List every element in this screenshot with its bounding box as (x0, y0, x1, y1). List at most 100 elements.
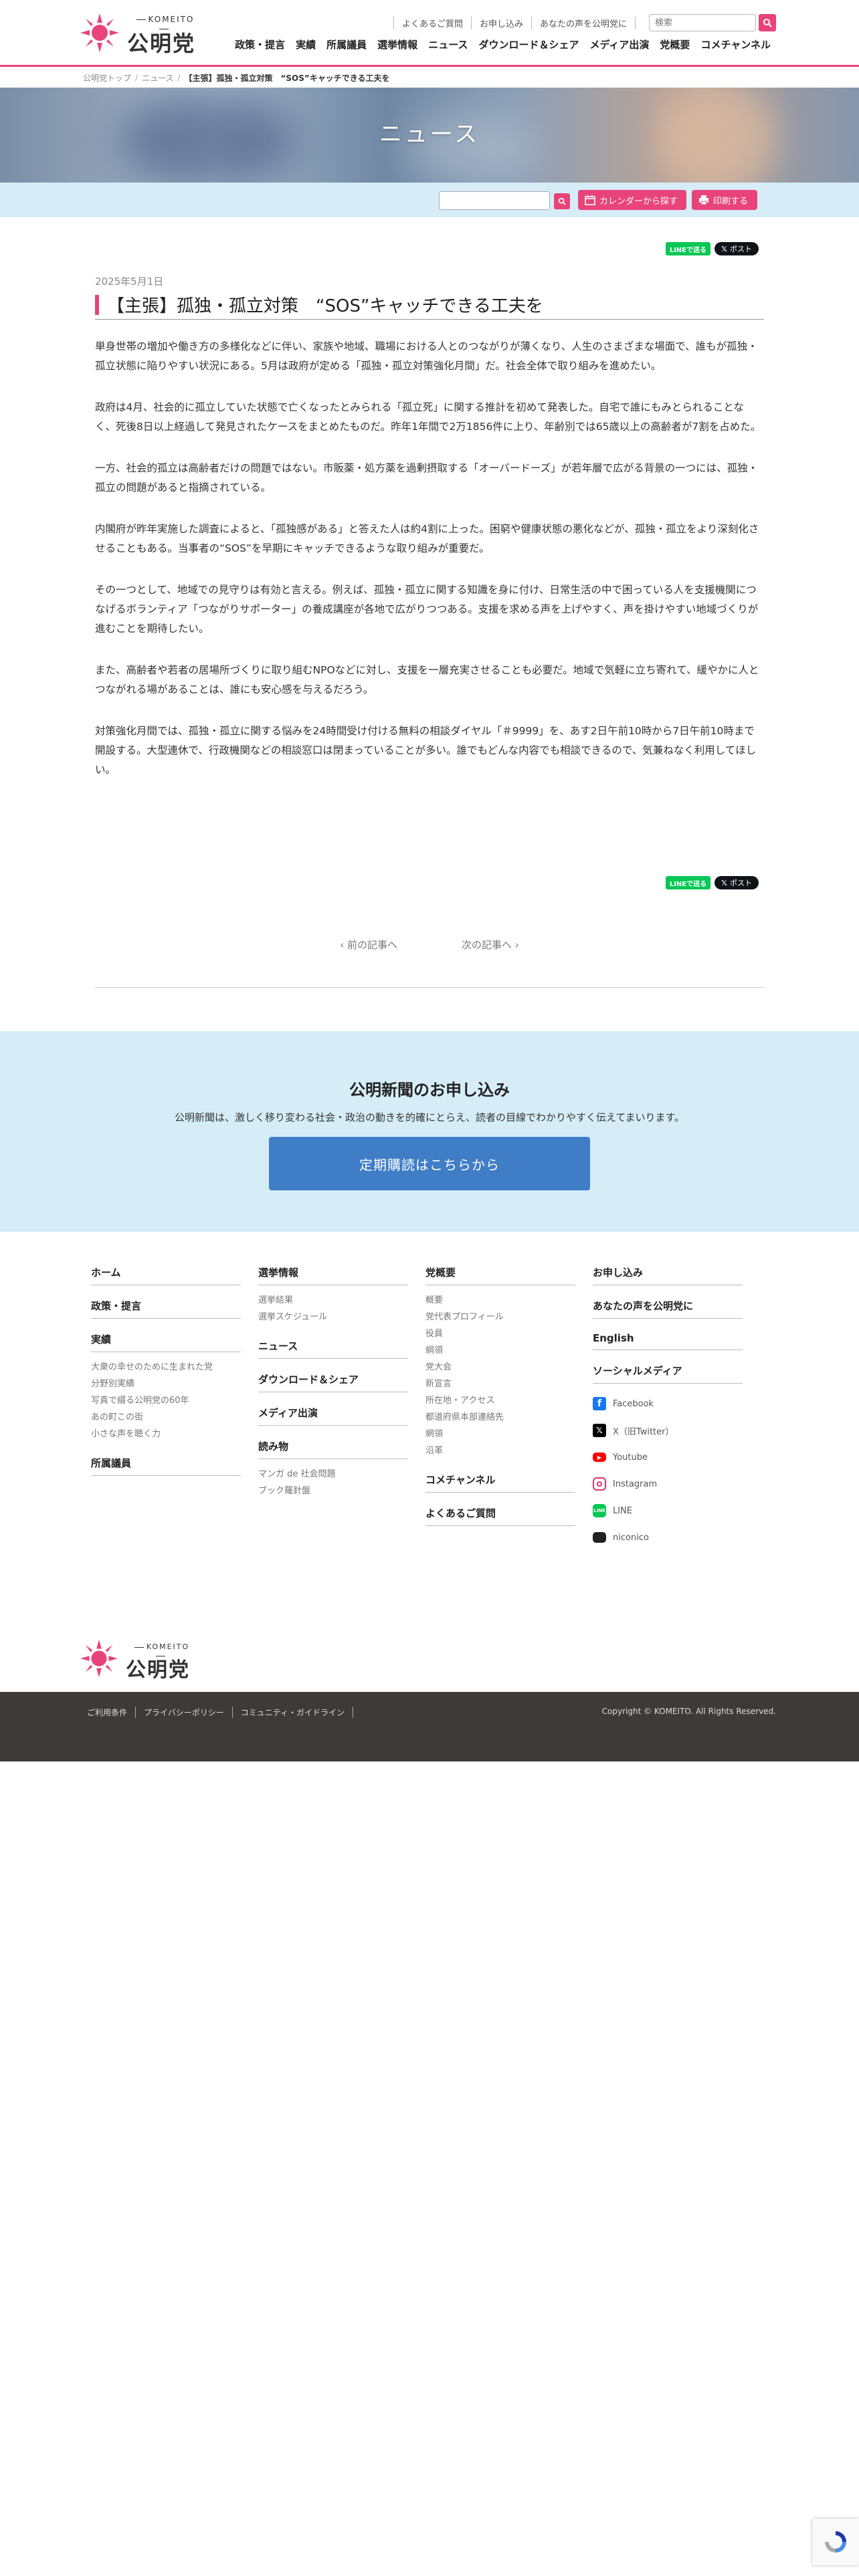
footer-link-elections[interactable]: 選挙情報 (258, 1265, 408, 1285)
social-link-facebook[interactable]: f Facebook (593, 1390, 743, 1417)
footer-sublink[interactable]: ブック羅針盤 (258, 1483, 408, 1499)
print-button-label: 印刷する (713, 196, 749, 207)
footer-sublink[interactable]: 党代表プロフィール (425, 1309, 575, 1325)
util-link-voice[interactable]: あなたの声を公明党に (531, 16, 636, 29)
x-post-button[interactable]: 𝕏 ポスト (714, 876, 759, 889)
footer-link-news[interactable]: ニュース (258, 1339, 408, 1359)
footer-column-4: お申し込み あなたの声を公明党に English ソーシャルメディア f Fac… (593, 1265, 743, 1564)
prev-article-link[interactable]: ‹ 前の記事へ (340, 938, 397, 952)
niconico-icon (593, 1532, 606, 1543)
nav-news[interactable]: ニュース (423, 37, 473, 51)
breadcrumb-home[interactable]: 公明党トップ (83, 72, 131, 84)
legal-link-guidelines[interactable]: コミュニティ・ガイドライン (233, 1707, 354, 1718)
brand-ja: 公明党 (126, 1658, 190, 1682)
social-link-line[interactable]: LINE LINE (593, 1497, 743, 1524)
nav-elections[interactable]: 選挙情報 (372, 37, 423, 51)
article-paragraph: 対策強化月間では、孤独・孤立に関する悩みを24時間受け付ける無料の相談ダイヤル「… (95, 725, 757, 776)
social-link-x[interactable]: 𝕏 X（旧Twitter） (593, 1417, 743, 1444)
util-link-faq[interactable]: よくあるご質問 (393, 16, 471, 29)
news-search-button[interactable] (554, 193, 570, 209)
footer-link-download[interactable]: ダウンロード＆シェア (258, 1372, 408, 1392)
sun-logo-icon (80, 1640, 118, 1677)
footer-sublink[interactable]: 新宣言 (425, 1376, 575, 1392)
line-share-label: LINEで送る (669, 880, 707, 888)
line-share-button[interactable]: LINEで送る (665, 242, 711, 255)
nav-policy[interactable]: 政策・提言 (229, 37, 290, 51)
nav-about[interactable]: 党概要 (654, 37, 695, 51)
news-search-input[interactable] (439, 191, 550, 210)
footer-link-home[interactable]: ホーム (91, 1265, 241, 1285)
recaptcha-badge[interactable] (812, 2518, 859, 2565)
footer-sublink[interactable]: 沿革 (425, 1442, 575, 1459)
footer-sublink[interactable]: 所在地・アクセス (425, 1392, 575, 1409)
social-link-youtube[interactable]: ▶ Youtube (593, 1444, 743, 1471)
footer-column-3: 党概要 概要 党代表プロフィール 役員 綱領 党大会 新宣言 所在地・アクセス … (425, 1265, 575, 1539)
footer-sublink[interactable]: 概要 (425, 1292, 575, 1309)
nav-achievements[interactable]: 実績 (290, 37, 321, 51)
x-icon: 𝕏 (593, 1424, 606, 1437)
calendar-search-button[interactable]: カレンダーから探す (578, 190, 686, 210)
breadcrumb-separator: / (135, 73, 138, 82)
footer-sublink[interactable]: 都道府県本部連絡先 (425, 1409, 575, 1426)
legal-link-privacy[interactable]: プライバシーポリシー (136, 1707, 233, 1718)
print-button[interactable]: 印刷する (692, 190, 757, 210)
footer-link-english[interactable]: English (593, 1332, 743, 1350)
nav-media[interactable]: メディア出演 (584, 37, 654, 51)
x-icon: 𝕏 (721, 878, 727, 887)
footer-sublink[interactable]: 選挙スケジュール (258, 1309, 408, 1325)
footer-bottom-bar: ご利用条件 プライバシーポリシー コミュニティ・ガイドライン Copyright… (0, 1692, 859, 1761)
article-paragraph: その一つとして、地域での見守りは有効と言える。例えば、孤独・孤立に関する知識を身… (95, 584, 759, 635)
footer-sublink[interactable]: 綱領 (425, 1342, 575, 1359)
footer-column-2: 選挙情報 選挙結果 選挙スケジュール ニュース ダウンロード＆シェア メディア出… (258, 1265, 408, 1513)
breadcrumb-news[interactable]: ニュース (142, 72, 173, 84)
footer-link-voice[interactable]: あなたの声を公明党に (593, 1299, 743, 1319)
footer-link-channel[interactable]: コメチャンネル (425, 1473, 575, 1493)
line-share-button[interactable]: LINEで送る (665, 876, 711, 889)
social-link-instagram[interactable]: Instagram (593, 1471, 743, 1497)
footer-sublink[interactable]: 分野別実績 (91, 1376, 241, 1392)
nav-members[interactable]: 所属議員 (321, 37, 372, 51)
nav-channel[interactable]: コメチャンネル (695, 37, 776, 51)
footer-link-faq[interactable]: よくあるご質問 (425, 1506, 575, 1526)
line-share-label: LINEで送る (669, 246, 707, 254)
legal-link-terms[interactable]: ご利用条件 (87, 1707, 136, 1718)
site-search-input[interactable] (649, 14, 756, 31)
footer-sublink[interactable]: 選挙結果 (258, 1292, 408, 1309)
next-article-label: 次の記事へ (462, 939, 512, 951)
footer-sublink[interactable]: 小さな声を聴く力 (91, 1426, 241, 1442)
calendar-button-label: カレンダーから探す (599, 196, 678, 207)
footer-link-reading[interactable]: 読み物 (258, 1439, 408, 1459)
x-icon: 𝕏 (721, 244, 727, 253)
footer-link-about[interactable]: 党概要 (425, 1265, 575, 1285)
chevron-right-icon: › (512, 939, 519, 951)
footer-sublink[interactable]: 網領 (425, 1426, 575, 1442)
article-paragraph: 内閣府が昨年実施した調査によると、「孤独感がある」と答えた人は約4割に上った。困… (95, 523, 759, 554)
divider (95, 987, 764, 988)
chevron-left-icon: ‹ (340, 939, 347, 951)
x-post-button[interactable]: 𝕏 ポスト (714, 242, 759, 255)
next-article-link[interactable]: 次の記事へ › (462, 938, 519, 952)
nav-download[interactable]: ダウンロード＆シェア (473, 37, 584, 51)
share-buttons-top: LINEで送る 𝕏 ポスト (665, 242, 759, 255)
footer-link-members[interactable]: 所属議員 (91, 1456, 241, 1476)
footer-sublink[interactable]: あの町この街 (91, 1409, 241, 1426)
footer-logo[interactable]: KOMEITO 公明党 (80, 1638, 207, 1685)
subscribe-title: 公明新聞のお申し込み (349, 1081, 510, 1099)
site-logo[interactable]: KOMEITO 公明党 (80, 9, 207, 56)
article-title-row: 【主張】孤独・孤立対策 “SOS”キャッチできる工夫を (95, 290, 764, 320)
util-link-apply[interactable]: お申し込み (470, 16, 531, 29)
footer-sublink[interactable]: マンガ de 社会問題 (258, 1466, 408, 1483)
article-paragraph: また、高齢者や若者の居場所づくりに取り組むNPOなどに対し、支援を一層充実させる… (95, 664, 759, 695)
footer-sublink[interactable]: 役員 (425, 1325, 575, 1342)
footer-sublink[interactable]: 大衆の幸せのために生まれた党 (91, 1359, 241, 1376)
social-link-niconico[interactable]: niconico (593, 1524, 743, 1551)
subscribe-cta-button[interactable]: 定期購読はこちらから (269, 1137, 590, 1190)
footer-sublink[interactable]: 党大会 (425, 1359, 575, 1376)
social-label: Youtube (613, 1452, 648, 1463)
footer-link-media[interactable]: メディア出演 (258, 1406, 408, 1426)
site-search-button[interactable] (759, 14, 776, 31)
footer-link-policy[interactable]: 政策・提言 (91, 1299, 241, 1319)
footer-sublink[interactable]: 写真で綴る公明党の60年 (91, 1392, 241, 1409)
footer-link-achievements[interactable]: 実績 (91, 1332, 241, 1352)
footer-link-apply[interactable]: お申し込み (593, 1265, 743, 1285)
